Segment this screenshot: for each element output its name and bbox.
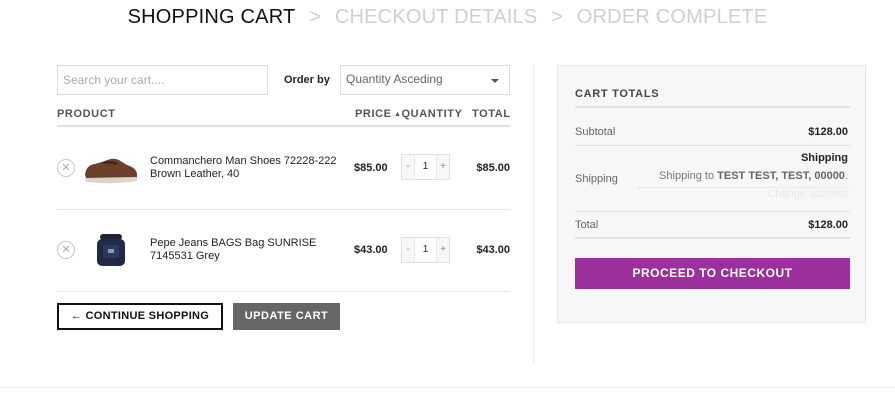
totals-divider — [575, 211, 850, 212]
column-divider — [533, 64, 534, 364]
change-address-link[interactable]: Change address — [767, 188, 848, 200]
continue-shopping-button[interactable]: ← CONTINUE SHOPPING — [57, 303, 223, 330]
shipping-heading: Shipping — [800, 152, 848, 164]
header-quantity[interactable]: ▲QUANTITY — [394, 108, 463, 120]
step-separator: > — [309, 6, 322, 28]
product-total: $85.00 — [476, 162, 510, 174]
shipping-destination: Shipping to TEST TEST, TEST, 00000. — [659, 170, 848, 182]
qty-input[interactable]: 1 — [414, 238, 437, 262]
qty-increase-button[interactable]: + — [437, 238, 449, 262]
header-product: PRODUCT — [57, 108, 116, 120]
product-price: $43.00 — [354, 244, 388, 256]
step-separator: > — [551, 6, 564, 28]
qty-decrease-button[interactable]: - — [402, 238, 414, 262]
order-by-selected: Quantity Asceding — [346, 72, 443, 86]
product-price: $85.00 — [354, 162, 388, 174]
order-by-label: Order by — [284, 74, 330, 86]
cart-row: ✕ Commanchero Man Shoes 72228-222 Brown … — [57, 127, 510, 209]
header-quantity-label: QUANTITY — [401, 108, 463, 120]
update-cart-button[interactable]: UPDATE CART — [233, 303, 340, 330]
step-checkout-details[interactable]: CHECKOUT DETAILS — [335, 6, 538, 29]
cart-totals-panel: CART TOTALS Subtotal $128.00 Shipping Sh… — [557, 65, 866, 323]
total-value: $128.00 — [808, 219, 848, 231]
quantity-stepper[interactable]: - 1 + — [401, 237, 450, 263]
qty-increase-button[interactable]: + — [437, 155, 449, 179]
cart-totals-title: CART TOTALS — [575, 88, 660, 100]
remove-item-icon[interactable]: ✕ — [57, 241, 75, 259]
step-order-complete: ORDER COMPLETE — [576, 6, 768, 28]
proceed-to-checkout-button[interactable]: PROCEED TO CHECKOUT — [575, 258, 850, 289]
product-name[interactable]: Pepe Jeans BAGS Bag SUNRISE 7145531 Grey — [150, 237, 350, 263]
row-divider — [57, 291, 510, 292]
subtotal-value: $128.00 — [808, 126, 848, 138]
totals-divider — [575, 145, 850, 146]
product-thumbnail-bag[interactable] — [93, 231, 129, 269]
header-price[interactable]: PRICE — [355, 108, 392, 120]
subtotal-label: Subtotal — [575, 126, 616, 138]
checkout-steps: SHOPPING CART > CHECKOUT DETAILS > ORDER… — [0, 6, 895, 29]
cart-search-input[interactable] — [57, 65, 268, 95]
shipping-suffix: . — [844, 170, 848, 182]
totals-divider — [575, 237, 850, 239]
shipping-to-prefix: Shipping to — [659, 170, 715, 182]
qty-input[interactable]: 1 — [414, 155, 437, 179]
order-by-select[interactable]: Quantity Asceding — [340, 65, 510, 95]
sort-up-icon: ▲ — [394, 111, 402, 118]
product-thumbnail-shoe[interactable] — [83, 151, 139, 185]
product-total: $43.00 — [476, 244, 510, 256]
chevron-down-icon — [491, 79, 499, 83]
header-total: TOTAL — [472, 108, 511, 120]
remove-item-icon[interactable]: ✕ — [57, 159, 75, 177]
header-price-label: PRICE — [355, 108, 392, 120]
qty-decrease-button[interactable]: - — [402, 155, 414, 179]
quantity-stepper[interactable]: - 1 + — [401, 154, 450, 180]
shipping-label: Shipping — [575, 173, 618, 185]
product-name[interactable]: Commanchero Man Shoes 72228-222 Brown Le… — [150, 155, 350, 181]
footer-divider — [0, 387, 895, 388]
shipping-address: TEST TEST, TEST, 00000 — [717, 170, 845, 182]
step-shopping-cart[interactable]: SHOPPING CART — [128, 6, 296, 29]
cart-row: ✕ Pepe Jeans BAGS Bag SUNRISE 7145531 Gr… — [57, 210, 510, 292]
totals-divider — [575, 106, 850, 108]
total-label: Total — [575, 219, 599, 231]
